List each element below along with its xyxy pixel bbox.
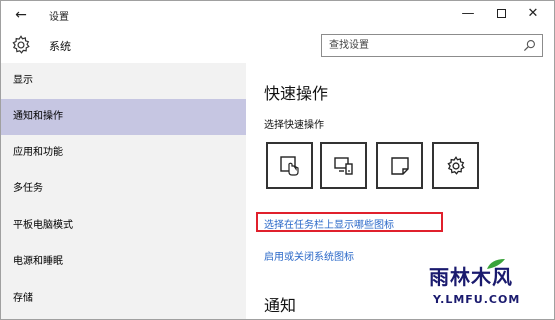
settings-gear-icon (447, 156, 465, 175)
maximize-icon (496, 9, 506, 18)
highlight-annotation (256, 212, 443, 232)
sidebar-item-display[interactable]: 显示 (1, 63, 246, 99)
page-title: 系统 (49, 40, 71, 53)
quick-action-tablet-mode[interactable] (266, 142, 313, 189)
maximize-button[interactable] (486, 3, 516, 25)
quick-actions-heading: 快速操作 (264, 84, 329, 103)
sidebar-item-storage[interactable]: 存储 (1, 281, 246, 317)
gear-icon (12, 35, 30, 54)
search-icon[interactable] (523, 39, 536, 52)
sidebar-item-notifications-actions[interactable]: 通知和操作 (1, 99, 246, 135)
window-title: 设置 (49, 12, 69, 23)
note-icon (391, 157, 409, 175)
leaf-icon (487, 259, 505, 269)
minimize-button[interactable]: — (453, 3, 483, 25)
tablet-mode-icon (280, 156, 299, 176)
sidebar-item-power-sleep[interactable]: 电源和睡眠 (1, 244, 246, 280)
quick-action-connect[interactable] (320, 142, 367, 189)
close-button[interactable]: ✕ (518, 3, 548, 25)
sidebar-item-multitasking[interactable]: 多任务 (1, 171, 246, 207)
title-bar: ← 设置 — ✕ (1, 1, 554, 29)
system-icons-link[interactable]: 启用或关闭系统图标 (264, 248, 354, 263)
sidebar-item-apps-features[interactable]: 应用和功能 (1, 135, 246, 171)
quick-action-all-settings[interactable] (432, 142, 479, 189)
search-input[interactable] (322, 35, 512, 56)
search-box[interactable] (321, 34, 543, 57)
back-button[interactable]: ← (7, 4, 35, 26)
sidebar-item-tablet-mode[interactable]: 平板电脑模式 (1, 208, 246, 244)
watermark-url: Y.LMFU.COM (433, 293, 521, 306)
quick-action-note[interactable] (376, 142, 423, 189)
settings-window: ← 设置 — ✕ 系统 显示 通知和操作 应用和功能 多任务 平板电脑模式 电源… (0, 0, 555, 320)
notifications-heading: 通知 (264, 296, 297, 315)
sidebar: 显示 通知和操作 应用和功能 多任务 平板电脑模式 电源和睡眠 存储 (1, 63, 246, 319)
connect-display-icon (334, 157, 353, 175)
quick-actions-subtitle: 选择快速操作 (264, 120, 324, 131)
watermark: 雨林木风 Y.LMFU.COM (419, 253, 554, 319)
